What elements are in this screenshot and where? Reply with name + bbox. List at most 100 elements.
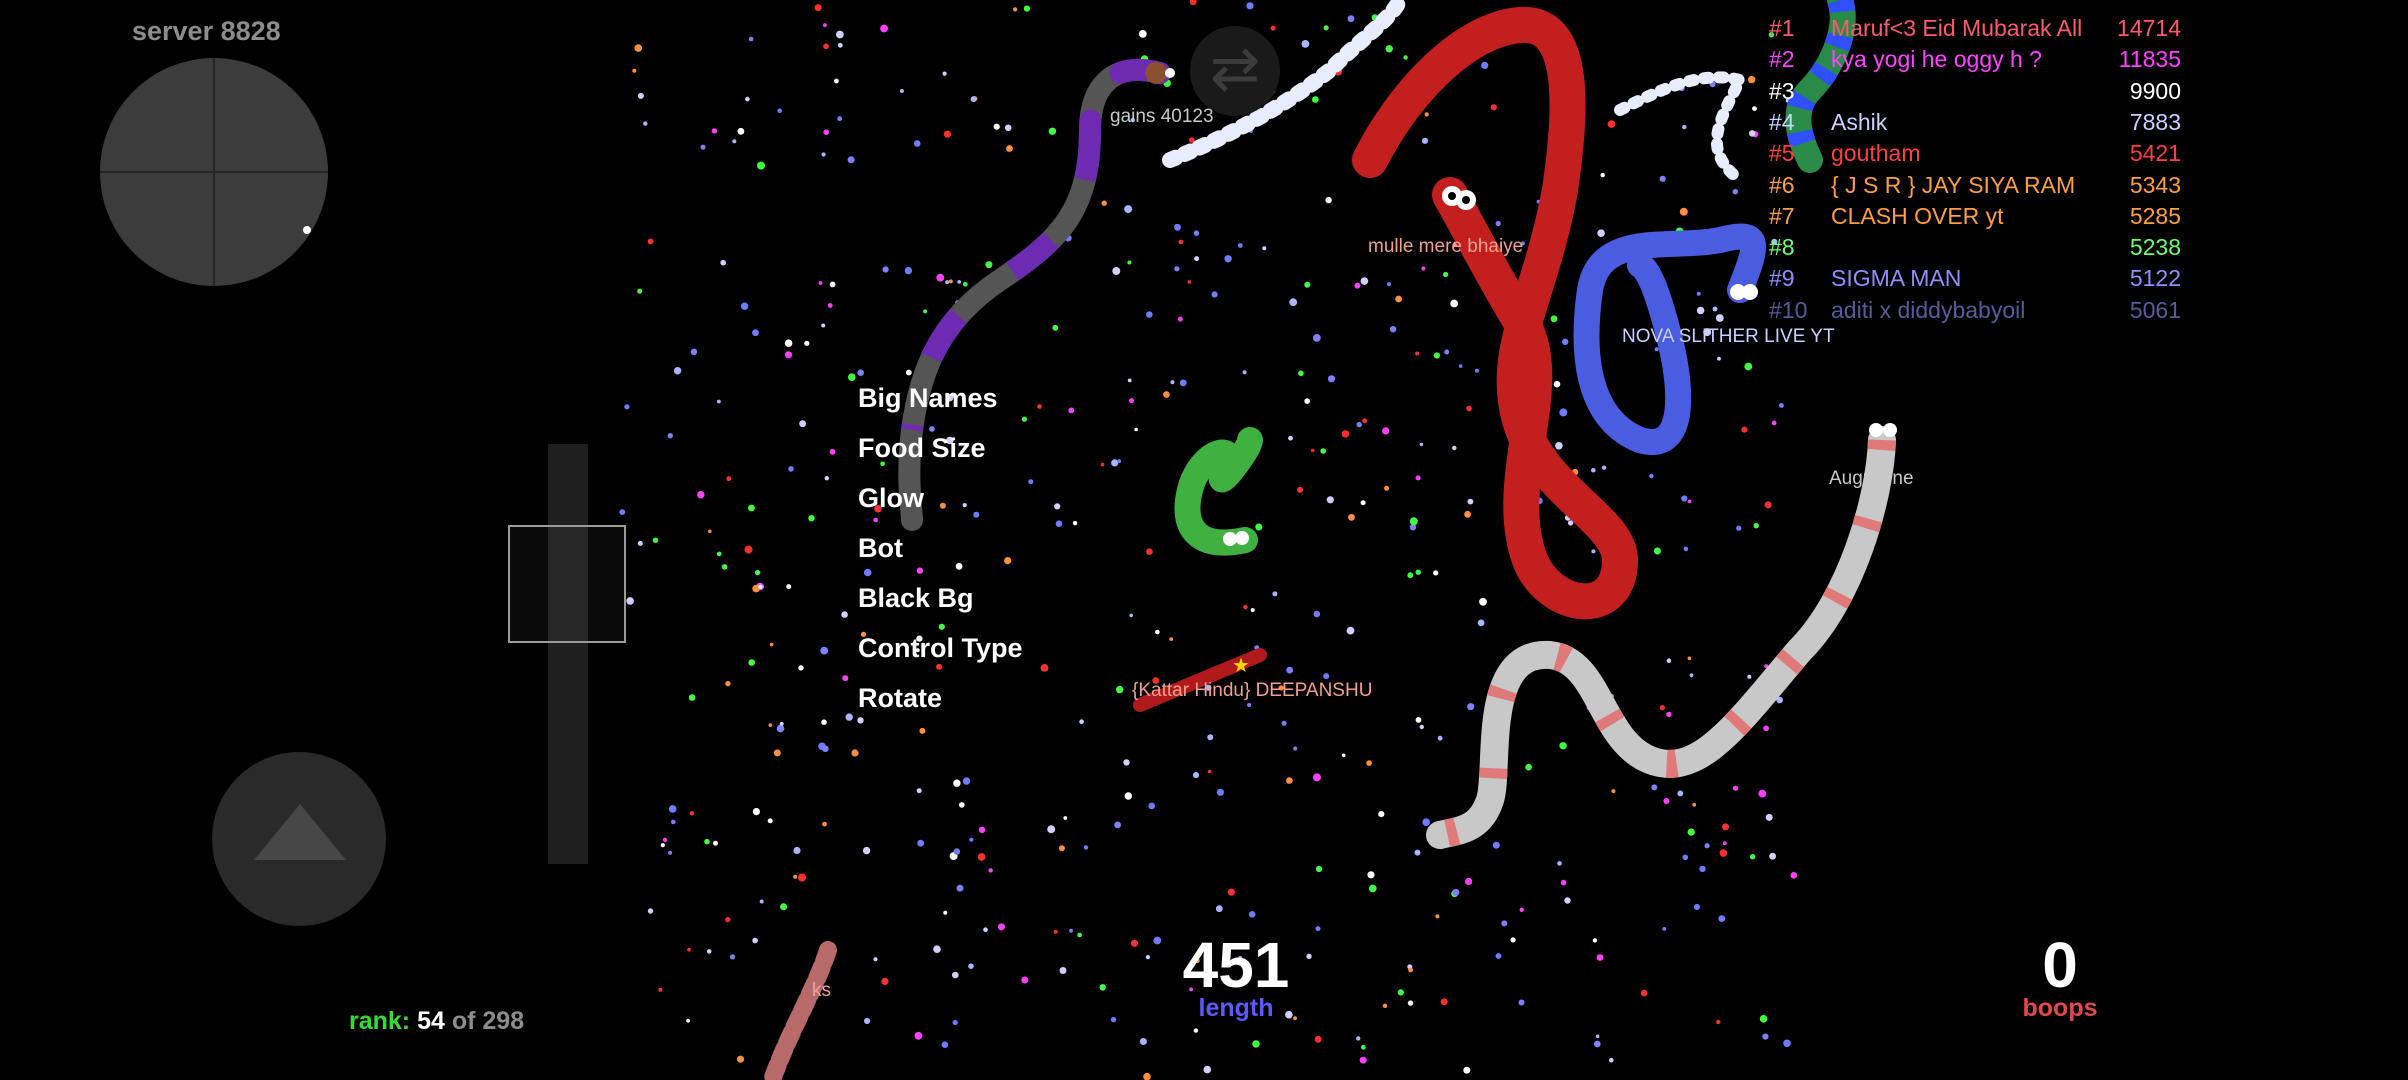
food-pellet bbox=[1677, 790, 1684, 797]
food-pellet bbox=[784, 351, 793, 359]
food-pellet bbox=[941, 1041, 949, 1048]
menu-item-bot[interactable]: Bot bbox=[858, 526, 1023, 576]
food-pellet bbox=[729, 954, 736, 960]
food-pellet bbox=[1407, 1000, 1414, 1006]
food-pellet bbox=[798, 665, 804, 671]
food-pellet bbox=[1495, 953, 1502, 959]
food-pellet bbox=[1124, 792, 1133, 800]
food-pellet bbox=[1155, 629, 1160, 635]
food-pellet bbox=[1753, 523, 1759, 529]
boops-label: boops bbox=[2022, 994, 2098, 1022]
food-pellet bbox=[1611, 789, 1616, 794]
food-pellet bbox=[1246, 2, 1254, 10]
food-pellet bbox=[624, 404, 630, 410]
food-pellet bbox=[637, 92, 644, 99]
food-pellet bbox=[1653, 547, 1661, 555]
food-pellet bbox=[1072, 520, 1078, 526]
food-pellet bbox=[1467, 498, 1474, 505]
menu-item-control-type[interactable]: Control Type bbox=[858, 626, 1023, 676]
food-pellet bbox=[1597, 229, 1605, 237]
menu-item-black-bg[interactable]: Black Bg bbox=[858, 576, 1023, 626]
food-pellet bbox=[904, 266, 913, 275]
food-pellet bbox=[1298, 370, 1304, 377]
food-pellet bbox=[1415, 351, 1420, 356]
swap-arrows-icon[interactable]: ⇄ bbox=[1190, 26, 1280, 116]
food-pellet bbox=[1591, 467, 1596, 473]
food-pellet bbox=[1414, 849, 1421, 856]
leaderboard-row: #5 goutham 5421 bbox=[1769, 138, 2189, 168]
food-pellet bbox=[1722, 841, 1727, 846]
boops-value: 0 bbox=[2042, 929, 2078, 1001]
leaderboard-score: 5285 bbox=[2129, 202, 2181, 229]
snake-green bbox=[1174, 427, 1263, 556]
food-pellet bbox=[1744, 362, 1753, 371]
food-pellet bbox=[1479, 597, 1487, 606]
food-pellet bbox=[1341, 753, 1346, 758]
menu-item-food-size[interactable]: Food Size bbox=[858, 426, 1023, 476]
food-pellet bbox=[1477, 619, 1485, 627]
leaderboard-row: #2 kya yogi he oggy h ? 11835 bbox=[1769, 44, 2189, 74]
food-pellet bbox=[1224, 255, 1232, 263]
food-pellet bbox=[1312, 334, 1321, 342]
food-pellet bbox=[768, 723, 773, 727]
food-pellet bbox=[1323, 673, 1330, 680]
food-pellet bbox=[1139, 1038, 1147, 1045]
food-pellet bbox=[1769, 852, 1776, 860]
food-pellet bbox=[1163, 391, 1170, 398]
food-pellet bbox=[769, 642, 774, 647]
food-pellet bbox=[662, 837, 668, 843]
food-pellet bbox=[1069, 928, 1073, 933]
food-pellet bbox=[1452, 888, 1460, 896]
zoom-slider-thumb[interactable] bbox=[508, 525, 626, 643]
food-pellet bbox=[1354, 282, 1361, 289]
leaderboard-row: #4 Ashik 7883 bbox=[1769, 107, 2189, 137]
food-pellet bbox=[1360, 1044, 1366, 1050]
food-pellet bbox=[626, 597, 634, 605]
food-pellet bbox=[1203, 1065, 1212, 1074]
food-pellet bbox=[1560, 879, 1567, 886]
food-pellet bbox=[643, 121, 648, 126]
food-pellet bbox=[834, 78, 839, 84]
menu-item-rotate[interactable]: Rotate bbox=[858, 676, 1023, 726]
food-pellet bbox=[1101, 200, 1107, 206]
food-pellet bbox=[837, 116, 843, 122]
food-pellet bbox=[1419, 442, 1424, 447]
food-pellet bbox=[1651, 784, 1658, 791]
food-pellet bbox=[637, 288, 643, 294]
leaderboard-rank: #6 bbox=[1769, 171, 1795, 198]
food-pellet bbox=[1741, 426, 1748, 433]
food-pellet bbox=[1609, 1057, 1614, 1063]
food-pellet bbox=[978, 826, 986, 833]
food-pellet bbox=[1607, 120, 1616, 128]
food-pellet bbox=[784, 339, 793, 348]
food-pellet bbox=[1304, 398, 1310, 404]
zoom-slider-track[interactable] bbox=[548, 444, 588, 864]
food-pellet bbox=[1495, 220, 1501, 227]
menu-item-glow[interactable]: Glow bbox=[858, 476, 1023, 526]
food-pellet bbox=[1443, 271, 1449, 278]
food-pellet bbox=[1326, 496, 1334, 504]
food-pellet bbox=[942, 71, 947, 76]
food-pellet bbox=[1286, 777, 1293, 784]
food-pellet bbox=[754, 569, 761, 576]
food-pellet bbox=[1717, 356, 1721, 361]
leaderboard-score: 11835 bbox=[2118, 46, 2181, 73]
food-pellet bbox=[788, 466, 794, 472]
leaderboard-row: #9 SIGMA MAN 5122 bbox=[1769, 263, 2189, 293]
boost-button[interactable] bbox=[212, 752, 386, 926]
food-pellet bbox=[1712, 306, 1718, 312]
food-pellet bbox=[970, 96, 977, 103]
food-pellet bbox=[773, 749, 781, 757]
food-pellet bbox=[1112, 267, 1121, 275]
food-pellet bbox=[1689, 673, 1694, 678]
food-pellet bbox=[1237, 243, 1243, 248]
food-pellet bbox=[720, 259, 726, 266]
food-pellet bbox=[1421, 137, 1429, 144]
food-pellet bbox=[1174, 223, 1181, 231]
food-pellet bbox=[1722, 823, 1729, 831]
food-pellet bbox=[1037, 404, 1042, 409]
menu-item-big-names[interactable]: Big Names bbox=[858, 376, 1023, 426]
food-pellet bbox=[936, 273, 945, 282]
food-pellet bbox=[1006, 145, 1013, 152]
food-pellet bbox=[993, 123, 1000, 130]
